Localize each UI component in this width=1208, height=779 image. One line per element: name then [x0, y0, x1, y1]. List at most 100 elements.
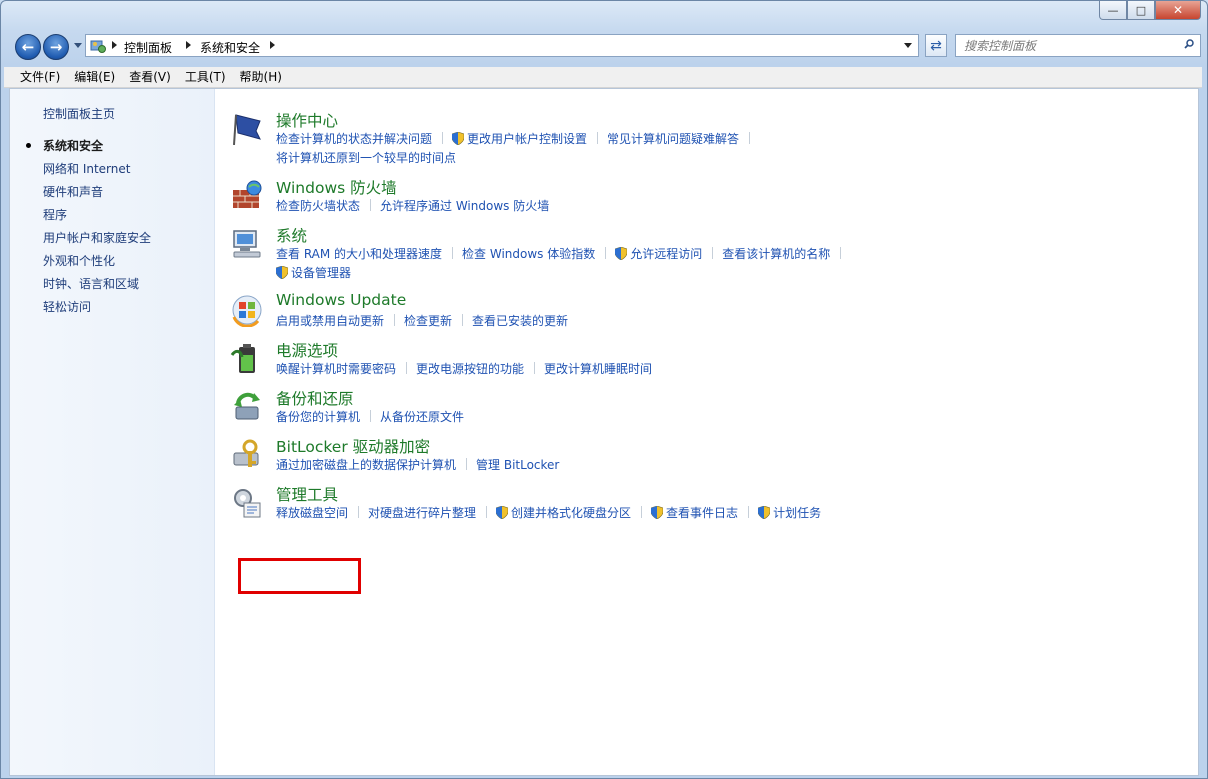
task-link[interactable]: 备份您的计算机	[276, 408, 360, 427]
sidebar-item-system-security[interactable]: 系统和安全	[43, 137, 103, 154]
task-link[interactable]: 管理 BitLocker	[476, 456, 559, 475]
task-link-label: 检查更新	[404, 314, 453, 328]
task-link[interactable]: 更改计算机睡眠时间	[544, 360, 652, 379]
bitlocker-key-icon[interactable]	[230, 437, 264, 471]
action-center-flag-icon[interactable]	[230, 111, 264, 145]
task-link[interactable]: 允许程序通过 Windows 防火墙	[380, 197, 549, 216]
sidebar-home-link[interactable]: 控制面板主页	[43, 105, 115, 122]
menu-edit[interactable]: 编辑(E)	[67, 67, 122, 87]
breadcrumb-separator-icon[interactable]	[186, 41, 191, 49]
task-link[interactable]: 允许远程访问	[615, 245, 702, 264]
link-separator	[597, 132, 599, 144]
category-title[interactable]: 管理工具	[276, 483, 338, 505]
task-link-label: 检查防火墙状态	[276, 199, 361, 213]
category-title[interactable]: Windows Update	[276, 291, 406, 309]
category-title[interactable]: BitLocker 驱动器加密	[276, 435, 430, 457]
task-link[interactable]: 更改用户帐户控制设置	[452, 130, 587, 149]
forward-arrow-icon: →	[49, 37, 63, 56]
control-panel-icon	[90, 40, 106, 53]
task-link[interactable]: 查看该计算机的名称	[722, 245, 830, 264]
link-separator	[605, 247, 607, 259]
breadcrumb-separator-icon[interactable]	[112, 41, 117, 49]
task-link[interactable]: 检查防火墙状态	[276, 197, 360, 216]
task-link[interactable]: 检查更新	[404, 312, 452, 331]
refresh-button[interactable]: ⇄	[925, 34, 947, 57]
sidebar-item-appearance[interactable]: 外观和个性化	[43, 252, 115, 269]
system-computer-icon[interactable]	[230, 226, 264, 260]
task-link[interactable]: 对硬盘进行碎片整理	[368, 504, 476, 523]
task-link[interactable]: 从备份还原文件	[380, 408, 464, 427]
recent-pages-dropdown-icon[interactable]	[74, 43, 82, 48]
menu-help[interactable]: 帮助(H)	[233, 67, 289, 87]
sidebar-item-network[interactable]: 网络和 Internet	[43, 160, 130, 177]
firewall-icon[interactable]	[230, 178, 264, 212]
task-link-label: 查看该计算机的名称	[722, 247, 831, 261]
uac-shield-icon	[276, 266, 288, 279]
maximize-button[interactable]: □	[1127, 1, 1155, 20]
breadcrumb-system-security[interactable]: 系统和安全	[200, 39, 260, 56]
uac-shield-icon	[615, 247, 628, 260]
power-options-battery-icon[interactable]	[230, 341, 264, 375]
task-link[interactable]: 创建并格式化硬盘分区	[496, 504, 631, 523]
task-link-label: 启用或禁用自动更新	[276, 314, 385, 328]
sidebar-item-user-accounts[interactable]: 用户帐户和家庭安全	[43, 229, 151, 246]
task-link[interactable]: 检查计算机的状态并解决问题	[276, 130, 432, 149]
category-title[interactable]: 备份和还原	[276, 387, 354, 409]
backup-restore-icon[interactable]	[230, 389, 264, 423]
search-icon[interactable]	[1184, 39, 1194, 49]
link-separator	[370, 410, 372, 422]
task-link-label: 查看 RAM 的大小和处理器速度	[276, 247, 443, 261]
menu-view[interactable]: 查看(V)	[122, 67, 178, 87]
task-link[interactable]: 查看 RAM 的大小和处理器速度	[276, 245, 442, 264]
task-link[interactable]: 通过加密磁盘上的数据保护计算机	[276, 456, 456, 475]
task-link[interactable]: 启用或禁用自动更新	[276, 312, 384, 331]
category-links: 备份您的计算机 从备份还原文件	[276, 408, 1156, 427]
task-link[interactable]: 将计算机还原到一个较早的时间点	[276, 149, 456, 168]
forward-button[interactable]: →	[43, 34, 69, 60]
back-button[interactable]: ←	[15, 34, 41, 60]
task-link[interactable]: 常见计算机问题疑难解答	[607, 130, 739, 149]
task-link[interactable]: 查看已安装的更新	[472, 312, 568, 331]
admin-tools-icon[interactable]	[230, 485, 264, 519]
address-history-dropdown-icon[interactable]	[904, 43, 912, 48]
task-link[interactable]: 设备管理器	[276, 264, 351, 283]
task-link[interactable]: 计划任务	[758, 504, 821, 523]
task-link-label: 更改用户帐户控制设置	[467, 132, 588, 146]
highlight-box	[238, 558, 361, 594]
address-bar[interactable]: 控制面板 系统和安全	[85, 34, 919, 57]
task-link-label: 通过加密磁盘上的数据保护计算机	[276, 458, 457, 472]
link-separator	[452, 247, 454, 259]
category-title[interactable]: 电源选项	[276, 339, 338, 361]
caption-buttons: — □ ✕	[1099, 1, 1201, 21]
category-title[interactable]: 操作中心	[276, 109, 338, 131]
menu-file[interactable]: 文件(F)	[13, 67, 67, 87]
link-separator	[358, 506, 360, 518]
task-link[interactable]: 检查 Windows 体验指数	[462, 245, 595, 264]
sidebar-item-clock-language[interactable]: 时钟、语言和区域	[43, 275, 139, 292]
link-separator	[370, 199, 372, 211]
category-title[interactable]: 系统	[276, 224, 307, 246]
task-link-label: 常见计算机问题疑难解答	[607, 132, 740, 146]
category-title[interactable]: Windows 防火墙	[276, 176, 397, 198]
search-input[interactable]	[962, 38, 1176, 54]
menu-bar: 文件(F) 编辑(E) 查看(V) 工具(T) 帮助(H)	[4, 67, 1202, 88]
uac-shield-icon	[452, 132, 465, 145]
task-link[interactable]: 唤醒计算机时需要密码	[276, 360, 396, 379]
task-link-label: 允许远程访问	[630, 247, 703, 261]
category-links: 唤醒计算机时需要密码 更改电源按钮的功能 更改计算机睡眠时间	[276, 360, 1156, 379]
close-button[interactable]: ✕	[1155, 1, 1201, 20]
sidebar-item-programs[interactable]: 程序	[43, 206, 67, 223]
sidebar-item-ease-of-access[interactable]: 轻松访问	[43, 298, 91, 315]
breadcrumb-control-panel[interactable]: 控制面板	[124, 39, 172, 56]
search-box[interactable]	[955, 34, 1201, 57]
windows-update-icon[interactable]	[230, 293, 264, 327]
task-link[interactable]: 更改电源按钮的功能	[416, 360, 524, 379]
category-links: 检查防火墙状态 允许程序通过 Windows 防火墙	[276, 197, 1156, 216]
task-link-label: 管理 BitLocker	[476, 458, 560, 472]
task-link[interactable]: 释放磁盘空间	[276, 504, 348, 523]
breadcrumb-separator-icon[interactable]	[270, 41, 275, 49]
sidebar-item-hardware-sound[interactable]: 硬件和声音	[43, 183, 103, 200]
task-link[interactable]: 查看事件日志	[651, 504, 738, 523]
minimize-button[interactable]: —	[1099, 1, 1127, 20]
menu-tools[interactable]: 工具(T)	[178, 67, 233, 87]
